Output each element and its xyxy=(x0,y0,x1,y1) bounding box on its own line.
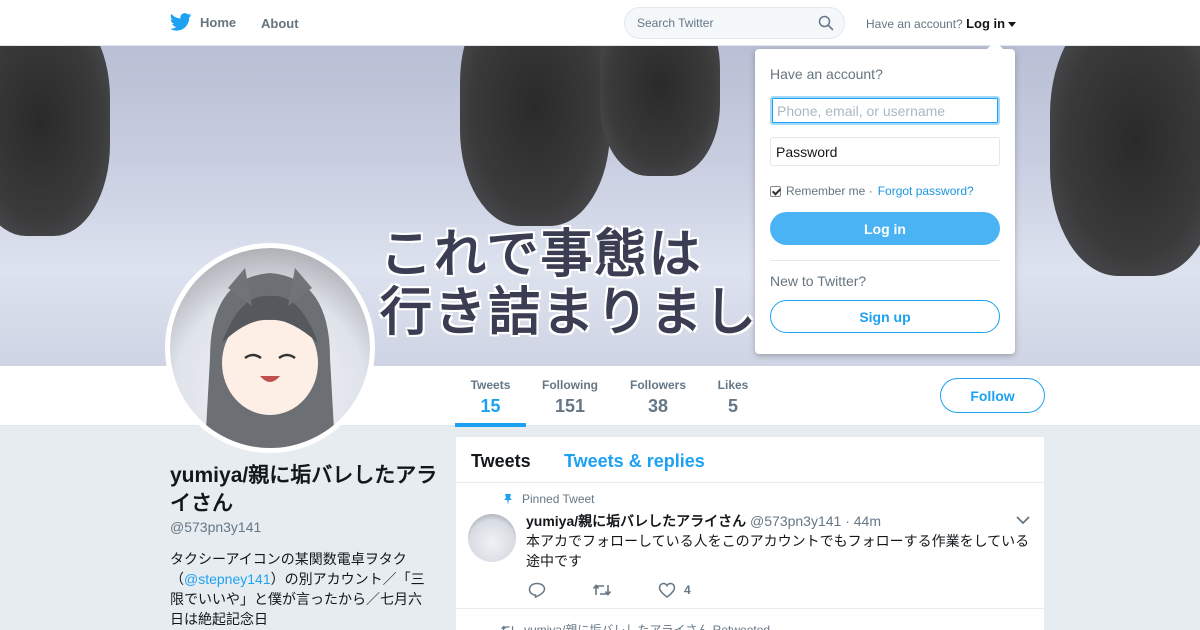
banner-caption-line2: 行き詰まりまし xyxy=(380,283,759,343)
search-input[interactable]: Search Twitter xyxy=(624,7,845,39)
profile-handle[interactable]: @573pn3y141 xyxy=(170,519,261,535)
password-field[interactable] xyxy=(770,137,1000,166)
profile-bio: タクシーアイコンの某関数電卓ヲタク（@stepney141）の別アカウント／「三… xyxy=(170,549,435,629)
stat-following-value: 151 xyxy=(554,396,586,416)
reply-button[interactable] xyxy=(528,582,546,598)
avatar-image xyxy=(170,248,370,448)
avatar-character-illustration xyxy=(205,268,335,448)
divider xyxy=(770,260,1000,261)
stat-likes-label: Likes xyxy=(717,378,749,392)
remember-me-row: Remember me · Forgot password? xyxy=(770,184,974,198)
heart-icon xyxy=(658,582,676,598)
chevron-down-icon[interactable] xyxy=(1016,515,1030,525)
nav-about-link[interactable]: About xyxy=(261,16,299,31)
twitter-bird-icon xyxy=(170,13,192,31)
stat-likes-value: 5 xyxy=(727,396,738,416)
banner-caption-line1: これで事態は xyxy=(380,225,703,285)
profile-avatar[interactable] xyxy=(165,243,375,453)
username-field[interactable] xyxy=(770,96,1000,125)
retweet-icon xyxy=(501,625,514,630)
stat-following[interactable]: Following 151 xyxy=(535,378,605,417)
account-prompt: Have an account? xyxy=(866,17,963,31)
pinned-indicator: Pinned Tweet xyxy=(502,492,595,506)
stat-followers-label: Followers xyxy=(629,378,686,392)
tweet-avatar[interactable] xyxy=(468,514,516,562)
login-button[interactable]: Log in xyxy=(770,212,1000,245)
stat-likes[interactable]: Likes 5 xyxy=(712,378,754,417)
banner-penguin-shape xyxy=(1050,46,1200,276)
nav-login-link[interactable]: Log in xyxy=(966,16,1005,31)
profile-name[interactable]: yumiya/親に垢バレしたアライさん xyxy=(170,462,440,518)
search-placeholder: Search Twitter xyxy=(637,16,714,30)
nav-home-link[interactable]: Home xyxy=(170,13,236,31)
bio-mention-link[interactable]: @stepney141 xyxy=(184,571,271,587)
tweet-text: 本アカでフォローしている人をこのアカウントでもフォローする作業をしている途中です xyxy=(526,533,1030,569)
tweet-author-handle[interactable]: @573pn3y141 xyxy=(750,513,841,529)
search-icon[interactable] xyxy=(818,15,834,31)
banner-penguin-shape xyxy=(460,46,610,226)
chevron-down-icon xyxy=(1008,22,1017,28)
login-dropdown: Have an account? Remember me · Forgot pa… xyxy=(755,41,1015,354)
tweet-header: yumiya/親に垢バレしたアライさん @573pn3y141 · 44m xyxy=(526,511,881,531)
like-count: 4 xyxy=(684,583,691,597)
stat-followers[interactable]: Followers 38 xyxy=(623,378,693,417)
tab-tweets-and-replies[interactable]: Tweets & replies xyxy=(564,451,705,472)
pin-icon xyxy=(504,494,512,505)
banner-caption: これで事態は 行き詰まりまし xyxy=(380,226,758,342)
retweet-button[interactable] xyxy=(592,582,612,598)
pinned-label: Pinned Tweet xyxy=(522,492,595,506)
tweet-author-name[interactable]: yumiya/親に垢バレしたアライさん xyxy=(526,513,746,529)
stat-following-label: Following xyxy=(542,378,598,392)
retweeted-indicator: yumiya/親に垢バレしたアライさん Retweeted xyxy=(500,621,770,630)
follow-button[interactable]: Follow xyxy=(940,378,1045,413)
banner-penguin-shape xyxy=(0,46,110,236)
forgot-password-link[interactable]: Forgot password? xyxy=(878,184,974,198)
stat-tweets-label: Tweets xyxy=(470,378,511,392)
tweet-timestamp[interactable]: · 44m xyxy=(845,513,881,529)
timeline: Tweets Tweets & replies Pinned Tweet yum… xyxy=(456,437,1044,630)
stat-tweets-value: 15 xyxy=(480,396,501,416)
remember-me-label: Remember me · xyxy=(786,184,873,198)
new-to-twitter-label: New to Twitter? xyxy=(770,273,867,289)
remember-me-checkbox[interactable] xyxy=(770,185,781,197)
timeline-tabs: Tweets Tweets & replies xyxy=(456,437,1044,483)
reply-icon xyxy=(528,582,546,598)
tweet-item[interactable]: Pinned Tweet yumiya/親に垢バレしたアライさん @573pn3… xyxy=(456,483,1044,609)
stat-tweets[interactable]: Tweets 15 xyxy=(455,378,526,427)
signup-button[interactable]: Sign up xyxy=(770,300,1000,333)
tab-tweets[interactable]: Tweets xyxy=(471,451,531,472)
retweeted-label: yumiya/親に垢バレしたアライさん Retweeted xyxy=(524,623,771,630)
top-nav: Home About Search Twitter Have an accoun… xyxy=(0,0,1200,46)
account-menu[interactable]: Have an account? Log in xyxy=(866,16,1017,31)
nav-home-label: Home xyxy=(200,14,237,30)
retweet-icon xyxy=(592,584,612,596)
banner-penguin-shape xyxy=(600,46,720,176)
login-dropdown-title: Have an account? xyxy=(770,66,883,82)
tweet-actions: 4 xyxy=(528,582,737,598)
like-button[interactable]: 4 xyxy=(658,582,691,598)
stat-followers-value: 38 xyxy=(647,396,669,416)
